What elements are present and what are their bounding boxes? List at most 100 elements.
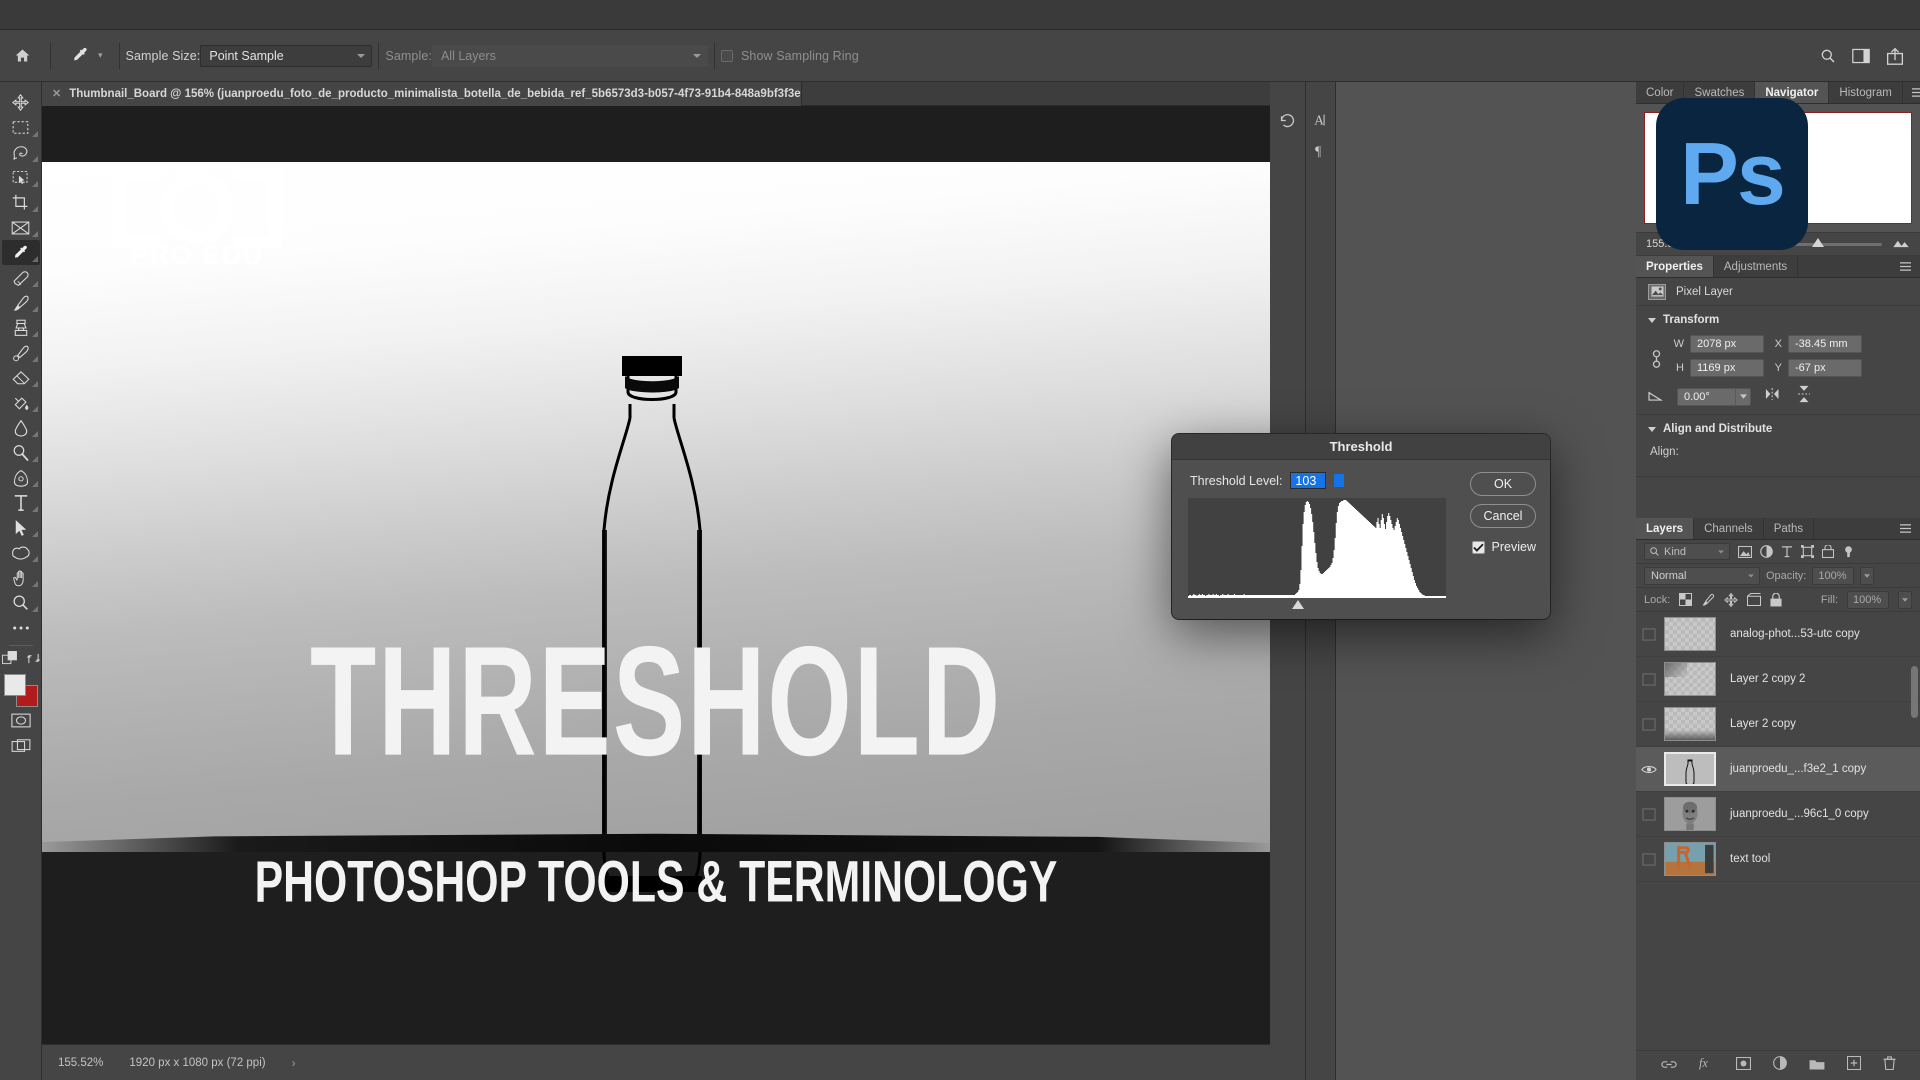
show-sampling-ring-checkbox[interactable]: [720, 49, 733, 62]
table-row[interactable]: Layer 2 copy: [1636, 702, 1920, 747]
layer-name[interactable]: juanproedu_...f3e2_1 copy: [1716, 763, 1866, 775]
paragraph-panel-icon[interactable]: ¶: [1313, 143, 1328, 164]
preview-row[interactable]: Preview: [1471, 540, 1536, 554]
panel-menu-icon[interactable]: [1903, 82, 1920, 103]
fill-chevron-down-icon[interactable]: [1898, 590, 1912, 609]
type-filter-icon[interactable]: [1781, 545, 1793, 558]
layer-thumbnail[interactable]: [1664, 707, 1716, 741]
layer-visibility-toggle[interactable]: [1636, 852, 1662, 866]
table-row[interactable]: text tool: [1636, 837, 1920, 882]
threshold-level-input[interactable]: 103: [1290, 472, 1327, 489]
smart-object-filter-icon[interactable]: [1822, 545, 1834, 558]
tab-adjustments[interactable]: Adjustments: [1714, 256, 1799, 277]
layer-visibility-toggle[interactable]: [1636, 807, 1662, 821]
layer-thumbnail[interactable]: [1664, 842, 1716, 876]
flip-horizontal-icon[interactable]: [1765, 387, 1783, 406]
toggle-filter-icon[interactable]: [1842, 545, 1855, 558]
pixel-filter-icon[interactable]: [1738, 545, 1752, 558]
new-adjustment-layer-icon[interactable]: [1772, 1056, 1787, 1075]
ok-button[interactable]: OK: [1470, 472, 1536, 496]
screen-mode-icon[interactable]: [2, 733, 40, 758]
layer-visibility-toggle[interactable]: [1636, 672, 1662, 686]
new-layer-icon[interactable]: [1846, 1055, 1861, 1075]
link-aspect-ratio-icon[interactable]: [1648, 348, 1664, 370]
close-icon[interactable]: ✕: [52, 87, 61, 100]
delete-layer-icon[interactable]: [1882, 1056, 1896, 1075]
filter-kind-select[interactable]: Kind: [1644, 543, 1730, 560]
layer-thumbnail[interactable]: [1664, 752, 1716, 786]
dodge-tool[interactable]: [2, 440, 40, 465]
layer-visibility-toggle[interactable]: [1636, 717, 1662, 731]
layers-scrollbar[interactable]: [1911, 666, 1918, 718]
pen-tool[interactable]: [2, 465, 40, 490]
layer-name[interactable]: text tool: [1716, 853, 1770, 865]
history-panel-icon[interactable]: [1279, 112, 1296, 134]
spot-healing-brush-tool[interactable]: [2, 265, 40, 290]
table-row[interactable]: juanproedu_...f3e2_1 copy: [1636, 747, 1920, 792]
default-colors-icon[interactable]: [1, 651, 17, 670]
layer-name[interactable]: Layer 2 copy 2: [1716, 673, 1805, 685]
layer-thumbnail[interactable]: [1664, 797, 1716, 831]
crop-tool[interactable]: [2, 190, 40, 215]
sample-size-select[interactable]: Point Sample: [200, 44, 373, 67]
threshold-slider[interactable]: [1188, 599, 1446, 613]
shape-tool[interactable]: [2, 540, 40, 565]
y-field[interactable]: -67 px: [1788, 359, 1862, 377]
panel-menu-icon[interactable]: [1891, 518, 1920, 539]
workspace-icon[interactable]: [1852, 48, 1870, 64]
cancel-button[interactable]: Cancel: [1470, 504, 1536, 528]
quick-mask-icon[interactable]: [2, 708, 40, 733]
lock-image-pixels-icon[interactable]: [1701, 593, 1715, 607]
sample-select[interactable]: All Layers: [431, 44, 708, 67]
x-field[interactable]: -38.45 mm: [1788, 335, 1862, 353]
lock-all-icon[interactable]: [1770, 592, 1782, 607]
zoom-tool[interactable]: [2, 590, 40, 615]
add-layer-mask-icon[interactable]: [1735, 1056, 1751, 1075]
document-canvas[interactable]: PRO EDU THRESHOLD PHOTOSHOP TOOLS & TERM…: [42, 162, 1270, 911]
edit-toolbar-button[interactable]: [2, 615, 40, 640]
new-group-icon[interactable]: [1809, 1057, 1825, 1075]
threshold-slider-knob[interactable]: [1292, 600, 1305, 609]
opacity-chevron-down-icon[interactable]: [1860, 566, 1875, 585]
layer-name[interactable]: analog-phot...53-utc copy: [1716, 628, 1860, 640]
document-tab[interactable]: ✕ Thumbnail_Board @ 156% (juanproedu_fot…: [42, 81, 802, 106]
adjustment-filter-icon[interactable]: [1760, 545, 1773, 558]
character-panel-icon[interactable]: A: [1313, 112, 1328, 133]
panel-menu-icon[interactable]: [1891, 256, 1920, 277]
shape-filter-icon[interactable]: [1801, 545, 1814, 558]
height-field[interactable]: 1169 px: [1690, 359, 1764, 377]
layer-name[interactable]: juanproedu_...96c1_0 copy: [1716, 808, 1869, 820]
eraser-tool[interactable]: [2, 365, 40, 390]
foreground-color-swatch[interactable]: [3, 674, 26, 696]
object-selection-tool[interactable]: [2, 165, 40, 190]
lock-artboard-icon[interactable]: [1747, 593, 1762, 606]
path-selection-tool[interactable]: [2, 515, 40, 540]
lock-position-icon[interactable]: [1724, 592, 1739, 607]
eyedropper-tool[interactable]: [1, 240, 40, 265]
threshold-dialog[interactable]: Threshold Threshold Level: 103 OK Cancel…: [1172, 434, 1550, 619]
transform-section-header[interactable]: Transform: [1648, 314, 1908, 326]
width-field[interactable]: 2078 px: [1690, 335, 1764, 353]
fill-field[interactable]: 100%: [1847, 590, 1889, 609]
status-zoom[interactable]: 155.52%: [58, 1057, 103, 1069]
tab-layers[interactable]: Layers: [1636, 518, 1695, 539]
canvas-area[interactable]: PRO EDU THRESHOLD PHOTOSHOP TOOLS & TERM…: [42, 106, 1270, 1044]
active-tool-preset[interactable]: ▾: [57, 30, 113, 82]
link-layers-icon[interactable]: [1660, 1057, 1677, 1075]
slider-knob[interactable]: [1811, 237, 1824, 247]
layer-thumbnail[interactable]: [1664, 617, 1716, 651]
table-row[interactable]: Layer 2 copy 2: [1636, 657, 1920, 702]
chevron-right-icon[interactable]: ›: [292, 1056, 296, 1070]
frame-tool[interactable]: [2, 215, 40, 240]
table-row[interactable]: juanproedu_...96c1_0 copy: [1636, 792, 1920, 837]
tab-paths[interactable]: Paths: [1764, 518, 1815, 539]
preview-checkbox[interactable]: [1471, 540, 1485, 554]
layer-style-fx-icon[interactable]: fx: [1699, 1056, 1714, 1075]
swap-colors-icon[interactable]: [26, 652, 40, 670]
flip-vertical-icon[interactable]: [1797, 385, 1811, 408]
history-brush-tool[interactable]: [2, 340, 40, 365]
layer-thumbnail[interactable]: [1664, 662, 1716, 696]
table-row[interactable]: analog-phot...53-utc copy: [1636, 612, 1920, 657]
type-tool[interactable]: [2, 490, 40, 515]
opacity-field[interactable]: 100%: [1812, 566, 1855, 585]
